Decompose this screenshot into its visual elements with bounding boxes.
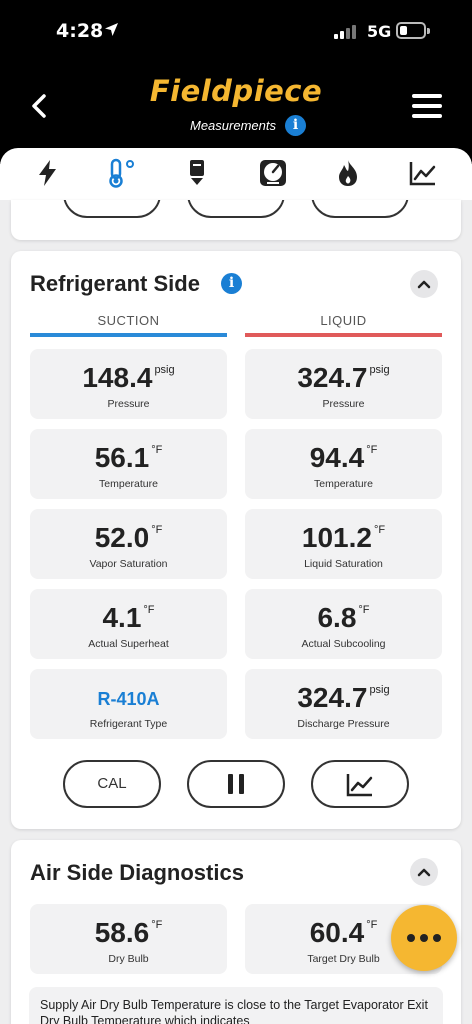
more-actions-button[interactable] bbox=[391, 905, 457, 971]
battery-tip bbox=[427, 28, 430, 34]
page-subtitle: Measurements bbox=[190, 118, 276, 133]
collapse-button[interactable] bbox=[410, 858, 438, 886]
graph-button[interactable] bbox=[311, 760, 409, 808]
chevron-up-icon bbox=[417, 868, 431, 877]
thermometer-icon[interactable] bbox=[106, 158, 136, 188]
measurement-tabs bbox=[0, 148, 472, 200]
vapor-saturation-tile[interactable]: 52.0 °F Vapor Saturation bbox=[30, 509, 227, 579]
previous-card bbox=[11, 200, 461, 240]
refrigerant-side-card: Refrigerant Side i SUCTION LIQUID 148.4 p… bbox=[11, 251, 461, 829]
actual-superheat-tile[interactable]: 4.1 °F Actual Superheat bbox=[30, 589, 227, 659]
refrigerant-type-tile[interactable]: R-410A Refrigerant Type bbox=[30, 669, 227, 739]
status-time: 4:28 bbox=[56, 20, 104, 42]
pause-icon bbox=[228, 774, 244, 794]
pause-button[interactable] bbox=[187, 760, 285, 808]
suction-header: SUCTION bbox=[97, 313, 160, 328]
status-bar: 4:28 5G bbox=[0, 0, 472, 64]
chevron-up-icon bbox=[417, 280, 431, 289]
liquid-temperature-tile[interactable]: 94.4 °F Temperature bbox=[245, 429, 442, 499]
brand-logo: Fieldpiece bbox=[149, 74, 323, 108]
section-title: Air Side Diagnostics bbox=[30, 860, 244, 885]
chart-icon bbox=[346, 774, 373, 797]
liquid-underline bbox=[245, 333, 442, 337]
probe-icon[interactable] bbox=[182, 158, 212, 188]
gauge-icon[interactable] bbox=[258, 158, 288, 188]
discharge-pressure-tile[interactable]: 324.7 psig Discharge Pressure bbox=[245, 669, 442, 739]
cal-button-partial[interactable] bbox=[63, 200, 161, 218]
network-type: 5G bbox=[367, 22, 392, 41]
liquid-saturation-tile[interactable]: 101.2 °F Liquid Saturation bbox=[245, 509, 442, 579]
location-arrow-icon bbox=[104, 22, 119, 41]
section-title: Refrigerant Side bbox=[30, 271, 200, 296]
liquid-pressure-tile[interactable]: 324.7 psig Pressure bbox=[245, 349, 442, 419]
info-icon[interactable]: i bbox=[285, 115, 306, 136]
info-icon[interactable]: i bbox=[221, 273, 242, 294]
graph-button-partial[interactable] bbox=[311, 200, 409, 218]
collapse-button[interactable] bbox=[410, 270, 438, 298]
chart-icon[interactable] bbox=[408, 158, 438, 188]
cal-button[interactable]: CAL bbox=[63, 760, 161, 808]
suction-pressure-tile[interactable]: 148.4 psig Pressure bbox=[30, 349, 227, 419]
diagnostic-message: Supply Air Dry Bulb Temperature is close… bbox=[29, 987, 443, 1024]
suction-underline bbox=[30, 333, 227, 337]
pause-button-partial[interactable] bbox=[187, 200, 285, 218]
dry-bulb-tile[interactable]: 58.6 °F Dry Bulb bbox=[30, 904, 227, 974]
actual-subcooling-tile[interactable]: 6.8 °F Actual Subcooling bbox=[245, 589, 442, 659]
suction-temperature-tile[interactable]: 56.1 °F Temperature bbox=[30, 429, 227, 499]
menu-button[interactable] bbox=[412, 94, 442, 118]
liquid-header: LIQUID bbox=[320, 313, 367, 328]
signal-strength-icon bbox=[334, 24, 360, 39]
flame-icon[interactable] bbox=[333, 158, 363, 188]
bolt-icon[interactable] bbox=[33, 158, 63, 188]
battery-icon bbox=[396, 22, 426, 39]
